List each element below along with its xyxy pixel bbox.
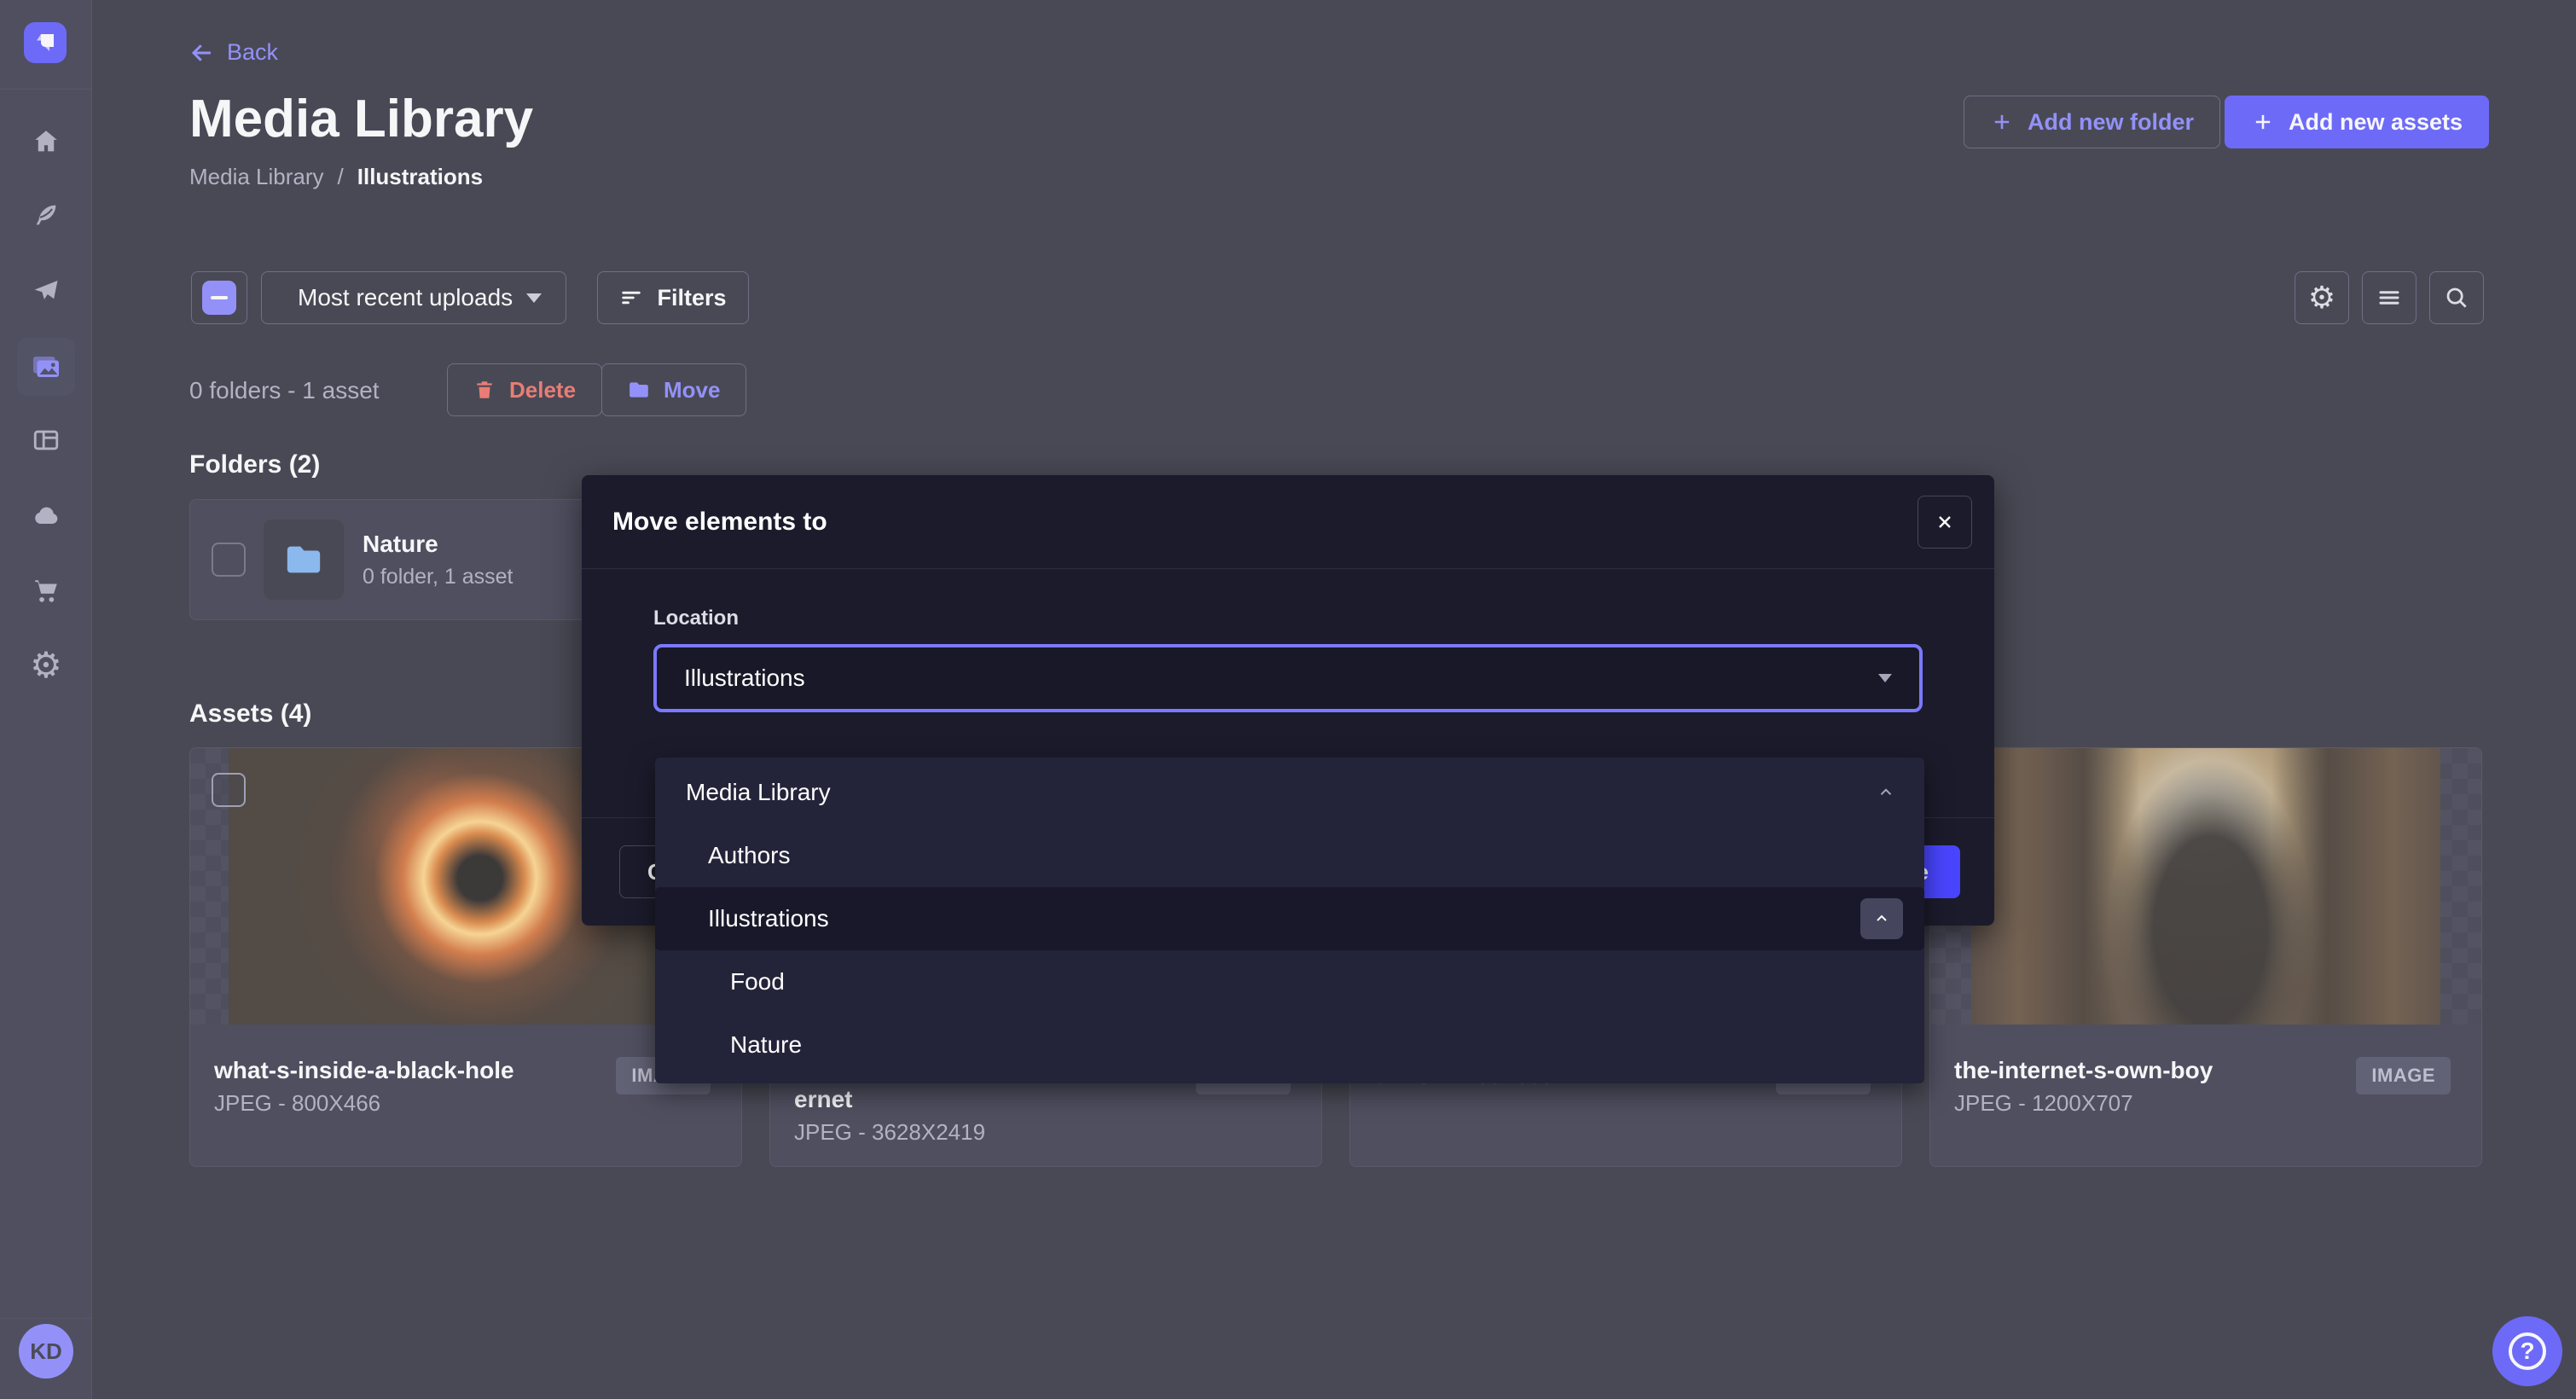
caret-down-icon xyxy=(1878,674,1892,682)
dropdown-option-authors[interactable]: Authors xyxy=(655,824,1924,887)
location-dropdown: Media Library Authors Illustrations Food… xyxy=(655,758,1924,1083)
option-label: Authors xyxy=(708,842,791,869)
dropdown-option-illustrations[interactable]: Illustrations xyxy=(655,887,1924,950)
modal-header: Move elements to xyxy=(582,475,1994,569)
dropdown-option-nature[interactable]: Nature xyxy=(655,1013,1924,1077)
option-label: Illustrations xyxy=(708,905,829,932)
dropdown-option-media-library[interactable]: Media Library xyxy=(655,761,1924,824)
option-label: Food xyxy=(730,968,785,996)
location-combobox[interactable]: Illustrations xyxy=(653,644,1923,712)
app-window: ⚙ KD Back Media Library Media Library / … xyxy=(0,0,2576,1399)
close-modal-button[interactable] xyxy=(1917,496,1972,549)
option-label: Media Library xyxy=(686,779,831,806)
option-label: Nature xyxy=(730,1031,802,1059)
location-label: Location xyxy=(653,607,1923,630)
chevron-up-icon xyxy=(1873,910,1890,927)
modal-title: Move elements to xyxy=(612,508,827,537)
dropdown-option-food[interactable]: Food xyxy=(655,950,1924,1013)
location-value: Illustrations xyxy=(684,665,805,692)
collapse-children-button[interactable] xyxy=(1860,898,1903,939)
modal-body: Location Illustrations xyxy=(582,569,1994,712)
close-icon xyxy=(1935,512,1955,532)
chevron-up-icon[interactable] xyxy=(1877,783,1895,802)
